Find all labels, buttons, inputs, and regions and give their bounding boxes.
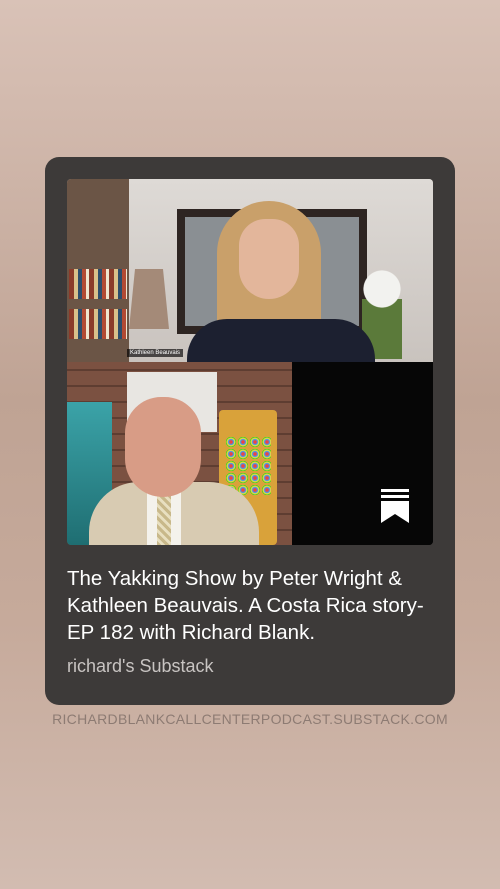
bookmark-icon[interactable] [381,489,409,523]
video-tile-richard [67,362,292,545]
share-card[interactable]: Kathleen Beauvais The Yakking Show by Pe… [45,157,455,705]
post-title[interactable]: The Yakking Show by Peter Wright & Kathl… [67,565,439,646]
video-tile-empty [292,362,433,545]
link-url[interactable]: RICHARDBLANKCALLCENTERPODCAST.SUBSTACK.C… [0,711,500,727]
participant-name-tag: Kathleen Beauvais [127,349,184,357]
participant-body [187,319,375,362]
publication-name: richard's Substack [67,656,214,676]
bookshelf [67,179,129,362]
participant-tie [157,492,171,545]
participant-face [239,219,299,299]
lamp [129,269,169,329]
video-thumbnail[interactable]: Kathleen Beauvais [67,179,433,545]
participant-head [125,397,201,497]
video-tile-kathleen: Kathleen Beauvais [67,179,433,362]
